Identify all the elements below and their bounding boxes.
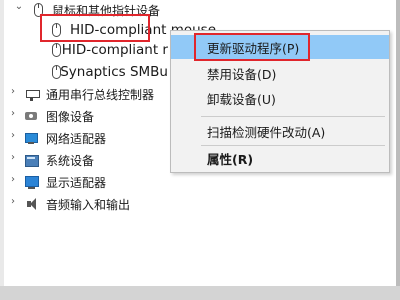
chevron-right-icon[interactable]: › [8,174,18,185]
monitor-icon [24,174,40,190]
system-device-icon [24,152,40,168]
tree-category-usb[interactable]: › 通用串行总线控制器 [8,84,178,104]
menu-item-label: 禁用设备(D) [207,66,277,82]
tree-device-label: Synaptics SMBu [60,64,168,80]
usb-icon [24,86,40,102]
highlight-box-update-driver [194,33,310,61]
scrollbar[interactable] [396,0,400,300]
tree-category-label: 网络适配器 [46,131,107,146]
tree-category-label: 显示适配器 [46,175,107,190]
tree-device-synaptics[interactable]: Synaptics SMBu [48,62,168,82]
window-left-edge [0,0,4,300]
tree-category-label: 系统设备 [46,153,95,168]
chevron-right-icon[interactable]: › [8,108,18,119]
horizontal-scrollbar[interactable] [0,286,400,300]
mouse-icon [48,64,62,80]
menu-item-uninstall-device[interactable]: 卸载设备(U) [171,86,389,110]
tree-device-hid-r[interactable]: HID-compliant r [48,40,168,60]
menu-item-scan-hardware[interactable]: 扫描检测硬件改动(A) [171,119,389,143]
tree-category-label: 图像设备 [46,109,95,124]
chevron-right-icon[interactable]: › [8,152,18,163]
tree-category-network[interactable]: › 网络适配器 [8,128,148,148]
chevron-right-icon[interactable]: › [8,196,18,207]
menu-item-properties[interactable]: 属性(R) [171,146,389,170]
chevron-down-icon[interactable]: ⌄ [14,1,24,12]
speaker-icon [24,196,40,212]
menu-item-label: 属性(R) [207,151,254,167]
camera-icon [24,108,40,124]
mouse-icon [48,42,61,58]
tree-category-audio[interactable]: › 音频输入和输出 [8,194,168,214]
tree-category-display[interactable]: › 显示适配器 [8,172,148,192]
highlight-box-device [40,14,150,42]
tree-device-label: HID-compliant r [61,42,168,58]
menu-item-label: 扫描检测硬件改动(A) [207,124,326,140]
tree-category-label: 音频输入和输出 [46,197,131,212]
tree-category-imaging[interactable]: › 图像设备 [8,106,128,126]
network-icon [24,130,40,146]
chevron-right-icon[interactable]: › [8,130,18,141]
menu-separator [201,116,385,117]
tree-category-system[interactable]: › 系统设备 [8,150,148,170]
menu-item-label: 卸载设备(U) [207,91,276,107]
menu-item-disable-device[interactable]: 禁用设备(D) [171,61,389,85]
chevron-right-icon[interactable]: › [8,86,18,97]
tree-category-label: 通用串行总线控制器 [46,87,155,102]
